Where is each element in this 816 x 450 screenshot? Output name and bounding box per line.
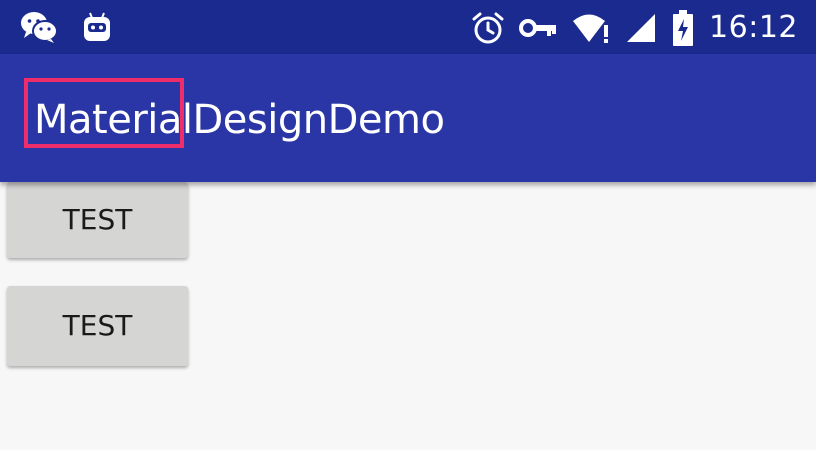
wechat-icon xyxy=(20,10,58,44)
wifi-icon xyxy=(571,11,611,45)
battery-charging-icon xyxy=(671,9,695,47)
alarm-icon xyxy=(471,11,505,45)
test-button-2[interactable]: TEST xyxy=(7,286,188,366)
notification-icons xyxy=(20,10,112,44)
android-robot-icon xyxy=(82,11,112,43)
test-button-1[interactable]: TEST xyxy=(7,182,188,258)
vpn-key-icon xyxy=(519,16,557,40)
system-icons: 16:12 xyxy=(471,8,798,48)
main-content: TEST TEST xyxy=(0,182,816,450)
status-bar: 16:12 xyxy=(0,0,816,54)
highlight-annotation-box xyxy=(24,78,184,148)
status-time: 16:12 xyxy=(709,10,798,45)
signal-icon xyxy=(625,12,657,44)
